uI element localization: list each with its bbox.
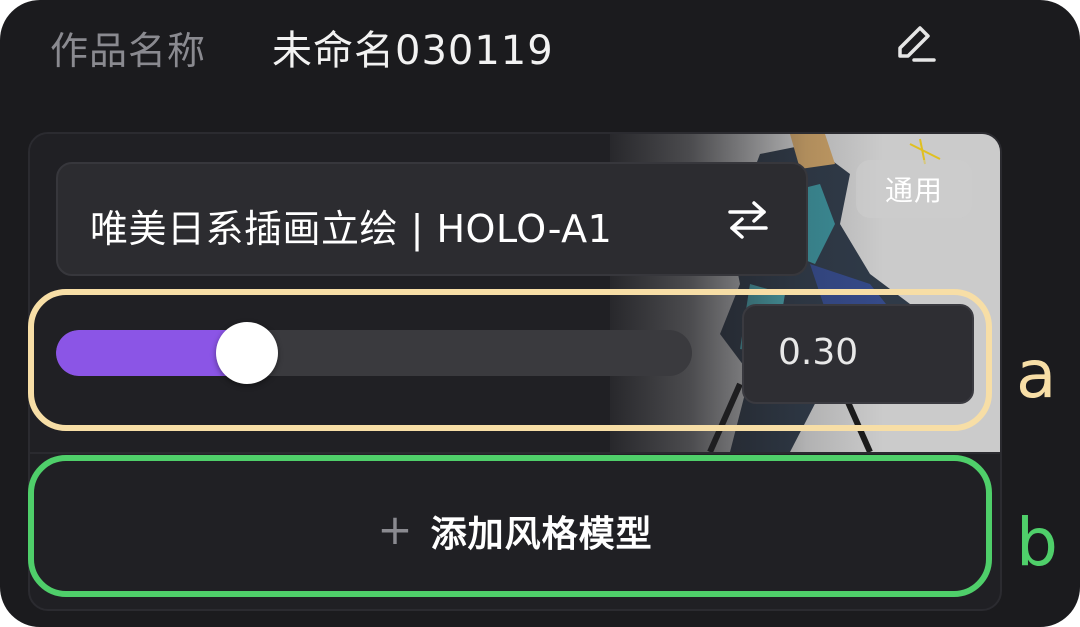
style-model-name: 唯美日系插画立绘 | HOLO-A1 (90, 207, 613, 251)
card-divider (30, 452, 1000, 454)
artwork-name-label: 作品名称 (50, 29, 207, 73)
annotation-box-b (28, 455, 992, 597)
annotation-box-a (28, 289, 992, 431)
annotation-label-b: b (1016, 504, 1058, 581)
artwork-name-value: 未命名030119 (272, 28, 554, 74)
edit-pencil-icon[interactable] (890, 20, 940, 70)
annotation-label-a: a (1016, 336, 1057, 413)
general-badge: 通用 (856, 160, 972, 218)
model-settings-panel: 作品名称 未命名030119 通用 唯美日系插画立绘 | HOLO-A1 0.3… (0, 0, 1080, 627)
style-model-selector[interactable]: 唯美日系插画立绘 | HOLO-A1 (56, 162, 808, 276)
artwork-name-row: 作品名称 未命名030119 (0, 0, 1080, 95)
swap-arrows-icon[interactable] (726, 198, 770, 242)
